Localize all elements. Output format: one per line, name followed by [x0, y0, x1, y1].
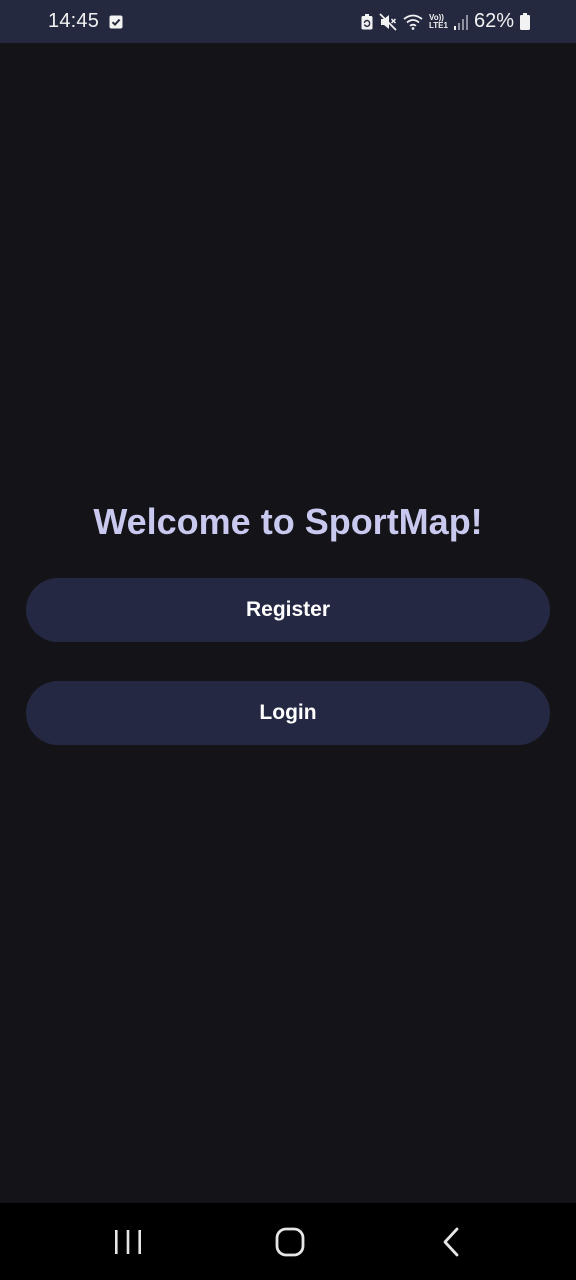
- battery-icon: [520, 13, 530, 30]
- recycle-battery-icon: [361, 13, 373, 30]
- wifi-icon: [403, 14, 423, 30]
- volte-lte-icon: Vo)) LTE1: [429, 13, 448, 30]
- recents-icon: [114, 1229, 142, 1255]
- home-icon: [275, 1227, 305, 1257]
- checkbox-notification-icon: [109, 15, 123, 29]
- mute-icon: [379, 12, 397, 31]
- battery-percent: 62%: [473, 10, 514, 32]
- home-button[interactable]: [250, 1203, 330, 1280]
- recents-button[interactable]: [88, 1203, 168, 1280]
- status-bar-left: 14:45: [48, 0, 123, 43]
- navigation-bar: [0, 1203, 576, 1280]
- back-button[interactable]: [411, 1203, 491, 1280]
- back-icon: [441, 1227, 461, 1257]
- page-title: Welcome to SportMap!: [93, 501, 483, 542]
- signal-icon: [453, 14, 468, 30]
- login-button[interactable]: Login: [26, 681, 550, 745]
- status-bar-right: Vo)) LTE1 62%: [361, 0, 530, 43]
- status-bar: 14:45 Vo)) LTE1 62%: [0, 0, 576, 43]
- register-button[interactable]: Register: [26, 578, 550, 642]
- status-time: 14:45: [48, 10, 100, 32]
- lte-label: LTE1: [429, 20, 448, 30]
